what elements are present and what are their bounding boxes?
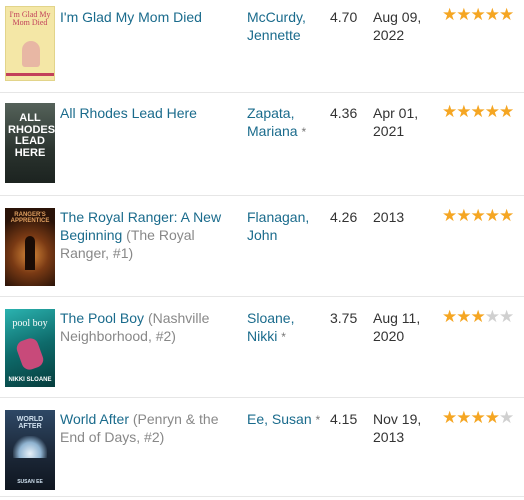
star-filled-icon[interactable]: ★ bbox=[442, 206, 457, 225]
pub-date-line1: Aug 11, bbox=[373, 310, 421, 326]
star-filled-icon[interactable]: ★ bbox=[471, 5, 486, 24]
pub-date-line1: 2013 bbox=[373, 209, 405, 225]
author-link[interactable]: Flanagan, John bbox=[247, 208, 325, 244]
cover-figure bbox=[25, 236, 35, 270]
goodreads-author-mark: * bbox=[315, 413, 321, 427]
cover-title: I'm Glad My Mom Died bbox=[9, 10, 51, 28]
book-title-link[interactable]: I'm Glad My Mom Died bbox=[60, 8, 242, 26]
star-filled-icon[interactable]: ★ bbox=[456, 102, 471, 121]
pub-date-line1: Apr 01, bbox=[373, 105, 419, 121]
book-title[interactable]: World After bbox=[60, 411, 129, 427]
avg-rating: 3.75 bbox=[330, 310, 358, 326]
cover-title: RANGER'S APPRENTICE bbox=[10, 212, 50, 225]
star-filled-icon[interactable]: ★ bbox=[456, 206, 471, 225]
star-empty-icon[interactable]: ★ bbox=[499, 307, 514, 326]
book-list: I'm Glad My Mom Died I'm Glad My Mom Die… bbox=[0, 0, 524, 497]
star-filled-icon[interactable]: ★ bbox=[485, 408, 500, 427]
book-cover[interactable]: I'm Glad My Mom Died bbox=[5, 6, 55, 81]
star-filled-icon[interactable]: ★ bbox=[442, 102, 457, 121]
avg-rating: 4.36 bbox=[330, 105, 358, 121]
book-title[interactable]: The Pool Boy bbox=[60, 310, 144, 326]
goodreads-author-mark: * bbox=[281, 330, 286, 344]
book-cover[interactable]: RANGER'S APPRENTICE bbox=[5, 208, 55, 286]
cover-stripe bbox=[6, 73, 54, 76]
book-cover[interactable]: ALL RHODES LEAD HERE bbox=[5, 103, 55, 183]
book-row: pool boy NIKKI SLOANE The Pool Boy (Nash… bbox=[0, 297, 524, 398]
pub-date: Aug 11, 2020 bbox=[373, 309, 437, 345]
star-filled-icon[interactable]: ★ bbox=[485, 102, 500, 121]
book-cover[interactable]: pool boy NIKKI SLOANE bbox=[5, 309, 55, 387]
star-filled-icon[interactable]: ★ bbox=[471, 102, 486, 121]
pub-date-line1: Aug 09, bbox=[373, 9, 422, 25]
pub-date-line2: 2021 bbox=[373, 123, 405, 139]
book-title-link[interactable]: The Pool Boy (Nashville Neighborhood, #2… bbox=[60, 309, 242, 345]
star-empty-icon[interactable]: ★ bbox=[499, 408, 514, 427]
pub-date: Aug 09, 2022 bbox=[373, 8, 437, 44]
pub-date-line1: Nov 19, bbox=[373, 411, 422, 427]
avg-rating: 4.70 bbox=[330, 9, 358, 25]
author-first-name[interactable]: Jennette bbox=[247, 27, 301, 43]
star-rating[interactable]: ★★★★★ bbox=[442, 102, 514, 121]
star-filled-icon[interactable]: ★ bbox=[442, 307, 457, 326]
author-link[interactable]: Sloane, Nikki * bbox=[247, 309, 325, 346]
book-row: RANGER'S APPRENTICE The Royal Ranger: A … bbox=[0, 196, 524, 297]
star-filled-icon[interactable]: ★ bbox=[499, 5, 514, 24]
book-title[interactable]: I'm Glad My Mom Died bbox=[60, 9, 202, 25]
avg-rating: 4.15 bbox=[330, 411, 358, 427]
author-name[interactable]: Ee, Susan bbox=[247, 411, 312, 427]
book-row: WORLD AFTER SUSAN EE World After (Penryn… bbox=[0, 398, 524, 497]
cover-author-photo bbox=[22, 41, 40, 67]
author-link[interactable]: Ee, Susan * bbox=[247, 410, 325, 429]
book-title-link[interactable]: All Rhodes Lead Here bbox=[60, 104, 242, 122]
star-filled-icon[interactable]: ★ bbox=[456, 307, 471, 326]
cover-author: NIKKI SLOANE bbox=[8, 376, 52, 383]
pub-date-line2: 2020 bbox=[373, 328, 405, 344]
cover-author: SUSAN EE bbox=[17, 478, 43, 485]
cover-title: ALL RHODES LEAD HERE bbox=[8, 112, 55, 159]
star-filled-icon[interactable]: ★ bbox=[471, 408, 486, 427]
star-filled-icon[interactable]: ★ bbox=[499, 102, 514, 121]
book-title-link[interactable]: World After (Penryn & the End of Days, #… bbox=[60, 410, 242, 446]
author-last-name[interactable]: McCurdy, bbox=[247, 9, 306, 25]
book-title[interactable]: All Rhodes Lead Here bbox=[60, 105, 197, 121]
pub-date: 2013 bbox=[373, 208, 437, 226]
cover-wings bbox=[13, 436, 47, 458]
avg-rating: 4.26 bbox=[330, 209, 358, 225]
star-rating[interactable]: ★★★★★ bbox=[442, 5, 514, 24]
book-row: I'm Glad My Mom Died I'm Glad My Mom Die… bbox=[0, 0, 524, 93]
pub-date: Nov 19, 2013 bbox=[373, 410, 437, 446]
author-link[interactable]: Zapata, Mariana * bbox=[247, 104, 325, 141]
star-rating[interactable]: ★★★★★ bbox=[442, 206, 514, 225]
author-link[interactable]: McCurdy, Jennette bbox=[247, 8, 325, 44]
star-empty-icon[interactable]: ★ bbox=[485, 307, 500, 326]
pub-date: Apr 01, 2021 bbox=[373, 104, 437, 140]
star-filled-icon[interactable]: ★ bbox=[456, 5, 471, 24]
cover-title: WORLD AFTER bbox=[16, 416, 44, 431]
pub-date-line2: 2013 bbox=[373, 429, 405, 445]
star-filled-icon[interactable]: ★ bbox=[471, 307, 486, 326]
author-first-name[interactable]: John bbox=[247, 227, 277, 243]
book-row: ALL RHODES LEAD HERE All Rhodes Lead Her… bbox=[0, 93, 524, 196]
star-filled-icon[interactable]: ★ bbox=[442, 5, 457, 24]
author-last-name[interactable]: Flanagan, bbox=[247, 209, 309, 225]
star-filled-icon[interactable]: ★ bbox=[499, 206, 514, 225]
author-last-name[interactable]: Zapata, bbox=[247, 105, 294, 121]
star-filled-icon[interactable]: ★ bbox=[485, 5, 500, 24]
author-first-name[interactable]: Nikki bbox=[247, 328, 277, 344]
pub-date-line2: 2022 bbox=[373, 27, 405, 43]
cover-title: pool boy bbox=[12, 318, 48, 329]
star-filled-icon[interactable]: ★ bbox=[456, 408, 471, 427]
star-rating[interactable]: ★★★★★ bbox=[442, 408, 514, 427]
author-last-name[interactable]: Sloane, bbox=[247, 310, 294, 326]
star-filled-icon[interactable]: ★ bbox=[471, 206, 486, 225]
author-first-name[interactable]: Mariana bbox=[247, 123, 298, 139]
goodreads-author-mark: * bbox=[301, 125, 307, 139]
star-filled-icon[interactable]: ★ bbox=[485, 206, 500, 225]
book-title-link[interactable]: The Royal Ranger: A New Beginning (The R… bbox=[60, 208, 242, 262]
star-filled-icon[interactable]: ★ bbox=[442, 408, 457, 427]
book-cover[interactable]: WORLD AFTER SUSAN EE bbox=[5, 410, 55, 490]
star-rating[interactable]: ★★★★★ bbox=[442, 307, 514, 326]
